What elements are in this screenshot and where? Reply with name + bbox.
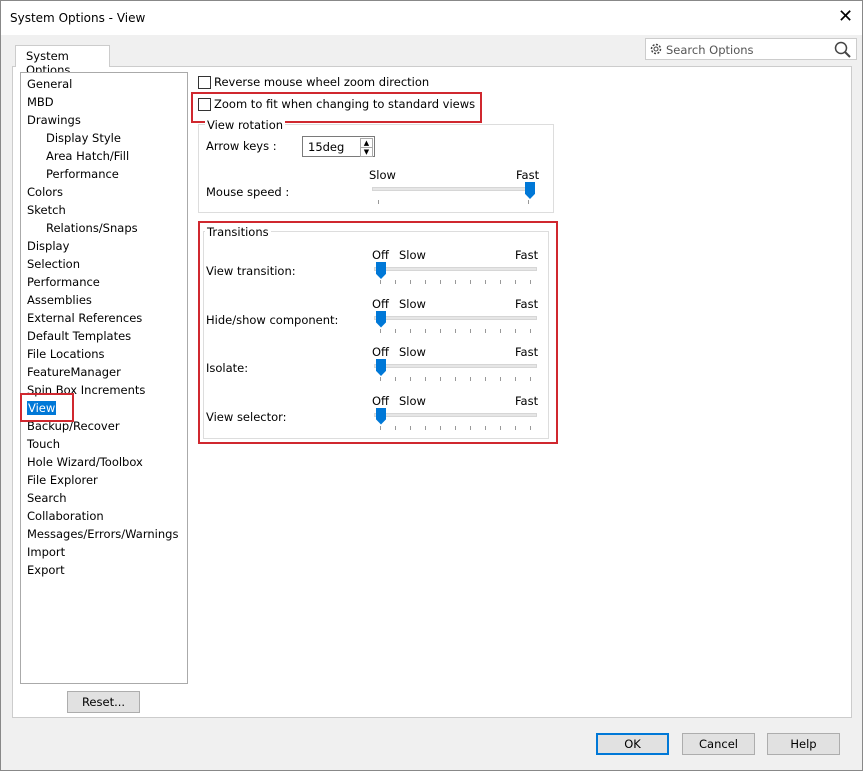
tab-system-options[interactable]: System Options [15,45,110,77]
search-icon[interactable] [834,41,852,59]
mouse-speed-slow-label: Slow [369,168,396,182]
search-input[interactable]: Search Options [645,38,857,60]
tree-item[interactable]: Search [27,491,67,505]
arrow-keys-label: Arrow keys : [206,139,277,153]
search-placeholder: Search Options [666,43,754,57]
slider-tick [528,200,529,204]
arrow-keys-spinbox[interactable]: 15deg ▲ ▼ [302,136,375,157]
highlight-box-transitions [198,221,558,444]
tree-item[interactable]: File Explorer [27,473,98,487]
tree-item[interactable]: Hole Wizard/Toolbox [27,455,143,469]
tree-item[interactable]: Collaboration [27,509,104,523]
tree-item[interactable]: Import [27,545,65,559]
tree-item[interactable]: File Locations [27,347,105,361]
tree-item[interactable]: Assemblies [27,293,92,307]
spin-down-icon[interactable]: ▼ [360,147,373,157]
tree-item[interactable]: Colors [27,185,63,199]
view-rotation-title: View rotation [205,118,286,132]
tree-item[interactable]: Selection [27,257,80,271]
mouse-speed-slider[interactable] [372,182,537,206]
tree-item[interactable]: General [27,77,72,91]
close-button[interactable]: ✕ [838,6,853,27]
mouse-speed-label: Mouse speed : [206,185,290,199]
ok-button[interactable]: OK [596,733,669,755]
mouse-speed-fast-label: Fast [516,168,540,182]
tree-item[interactable]: Touch [27,437,60,451]
tree-item[interactable]: Relations/Snaps [46,221,138,235]
highlight-box-view [20,393,74,422]
slider-tick [378,200,379,204]
tree-item[interactable]: Performance [46,167,119,181]
cancel-button[interactable]: Cancel [682,733,755,755]
tree-item[interactable]: Performance [27,275,100,289]
tree-item[interactable]: Messages/Errors/Warnings [27,527,178,541]
tree-item[interactable]: Display [27,239,69,253]
reset-button[interactable]: Reset... [67,691,140,713]
help-button[interactable]: Help [767,733,840,755]
tree-item[interactable]: Area Hatch/Fill [46,149,129,163]
reverse-wheel-checkbox[interactable] [198,76,211,89]
tree-item[interactable]: FeatureManager [27,365,121,379]
gear-icon [650,43,662,55]
window-title: System Options - View [10,11,146,25]
tree-item[interactable]: Sketch [27,203,66,217]
slider-track [372,187,535,191]
options-tree[interactable]: General MBD Drawings Display Style Area Hatc… [20,72,188,684]
reverse-wheel-label: Reverse mouse wheel zoom direction [214,75,430,89]
arrow-keys-value: 15deg [308,140,345,154]
tree-item[interactable]: Export [27,563,65,577]
tree-item[interactable]: Display Style [46,131,121,145]
slider-thumb[interactable] [525,182,535,199]
tree-item[interactable]: MBD [27,95,54,109]
tree-item[interactable]: Default Templates [27,329,131,343]
tree-item[interactable]: External References [27,311,142,325]
tree-item[interactable]: Drawings [27,113,81,127]
